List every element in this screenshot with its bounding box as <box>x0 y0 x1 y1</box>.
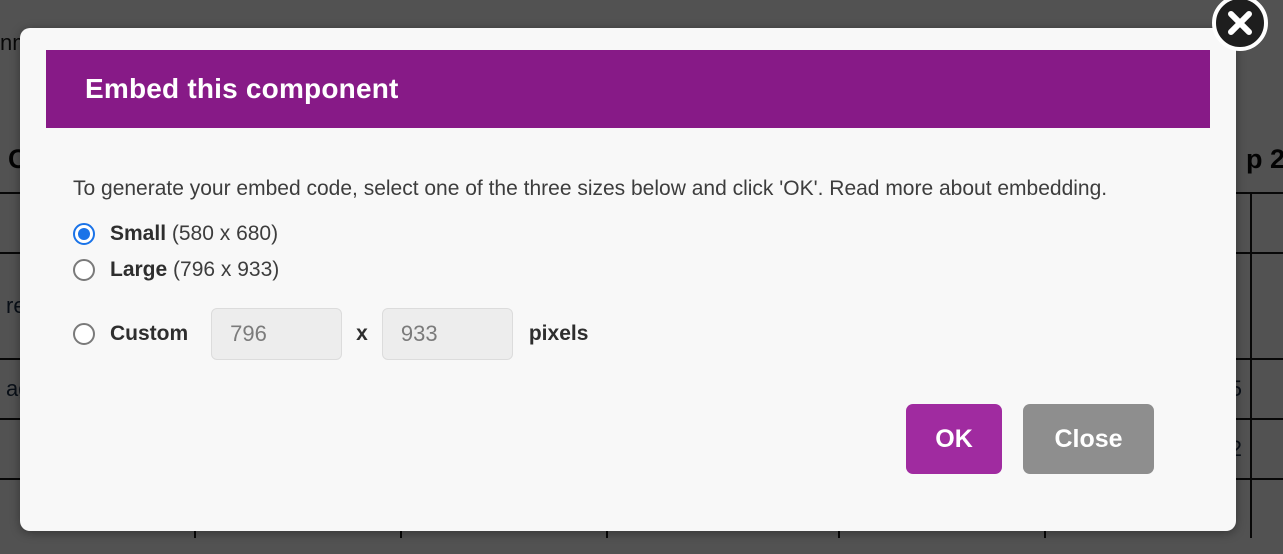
radio-small[interactable] <box>73 223 95 246</box>
option-row-custom[interactable]: Custom x pixels <box>73 308 1183 361</box>
option-dims-small: (580 x 680) <box>171 222 279 246</box>
close-button[interactable]: Close <box>1023 404 1154 475</box>
radio-large[interactable] <box>73 259 95 282</box>
option-name-large: Large <box>110 258 168 282</box>
close-icon[interactable] <box>1212 0 1268 51</box>
radio-custom[interactable] <box>73 323 95 346</box>
modal-title: Embed this component <box>85 73 399 104</box>
close-icon-glyph <box>1228 11 1252 35</box>
custom-height-input[interactable] <box>381 308 513 361</box>
option-label-custom: Custom <box>110 322 189 346</box>
option-row-small[interactable]: Small (580 x 680) <box>73 222 1183 246</box>
screen: nm C p 20 reag2532 Embed this component … <box>0 0 1283 554</box>
custom-width-input[interactable] <box>211 308 343 361</box>
pixels-label: pixels <box>528 322 589 346</box>
option-label-small: Small (580 x 680) <box>110 222 278 246</box>
modal-body: To generate your embed code, select one … <box>20 128 1236 531</box>
modal-intro-text: To generate your embed code, select one … <box>73 177 1108 200</box>
ok-button[interactable]: OK <box>906 404 1002 475</box>
option-name-small: Small <box>110 222 167 246</box>
modal-button-row: OK Close <box>73 404 1183 475</box>
option-dims-large: (796 x 933) <box>173 258 280 282</box>
option-row-large[interactable]: Large (796 x 933) <box>73 258 1183 282</box>
option-label-large: Large (796 x 933) <box>110 258 279 282</box>
dimension-separator: x <box>356 322 368 346</box>
modal-header: Embed this component <box>46 50 1210 128</box>
embed-modal: Embed this component To generate your em… <box>20 28 1236 531</box>
